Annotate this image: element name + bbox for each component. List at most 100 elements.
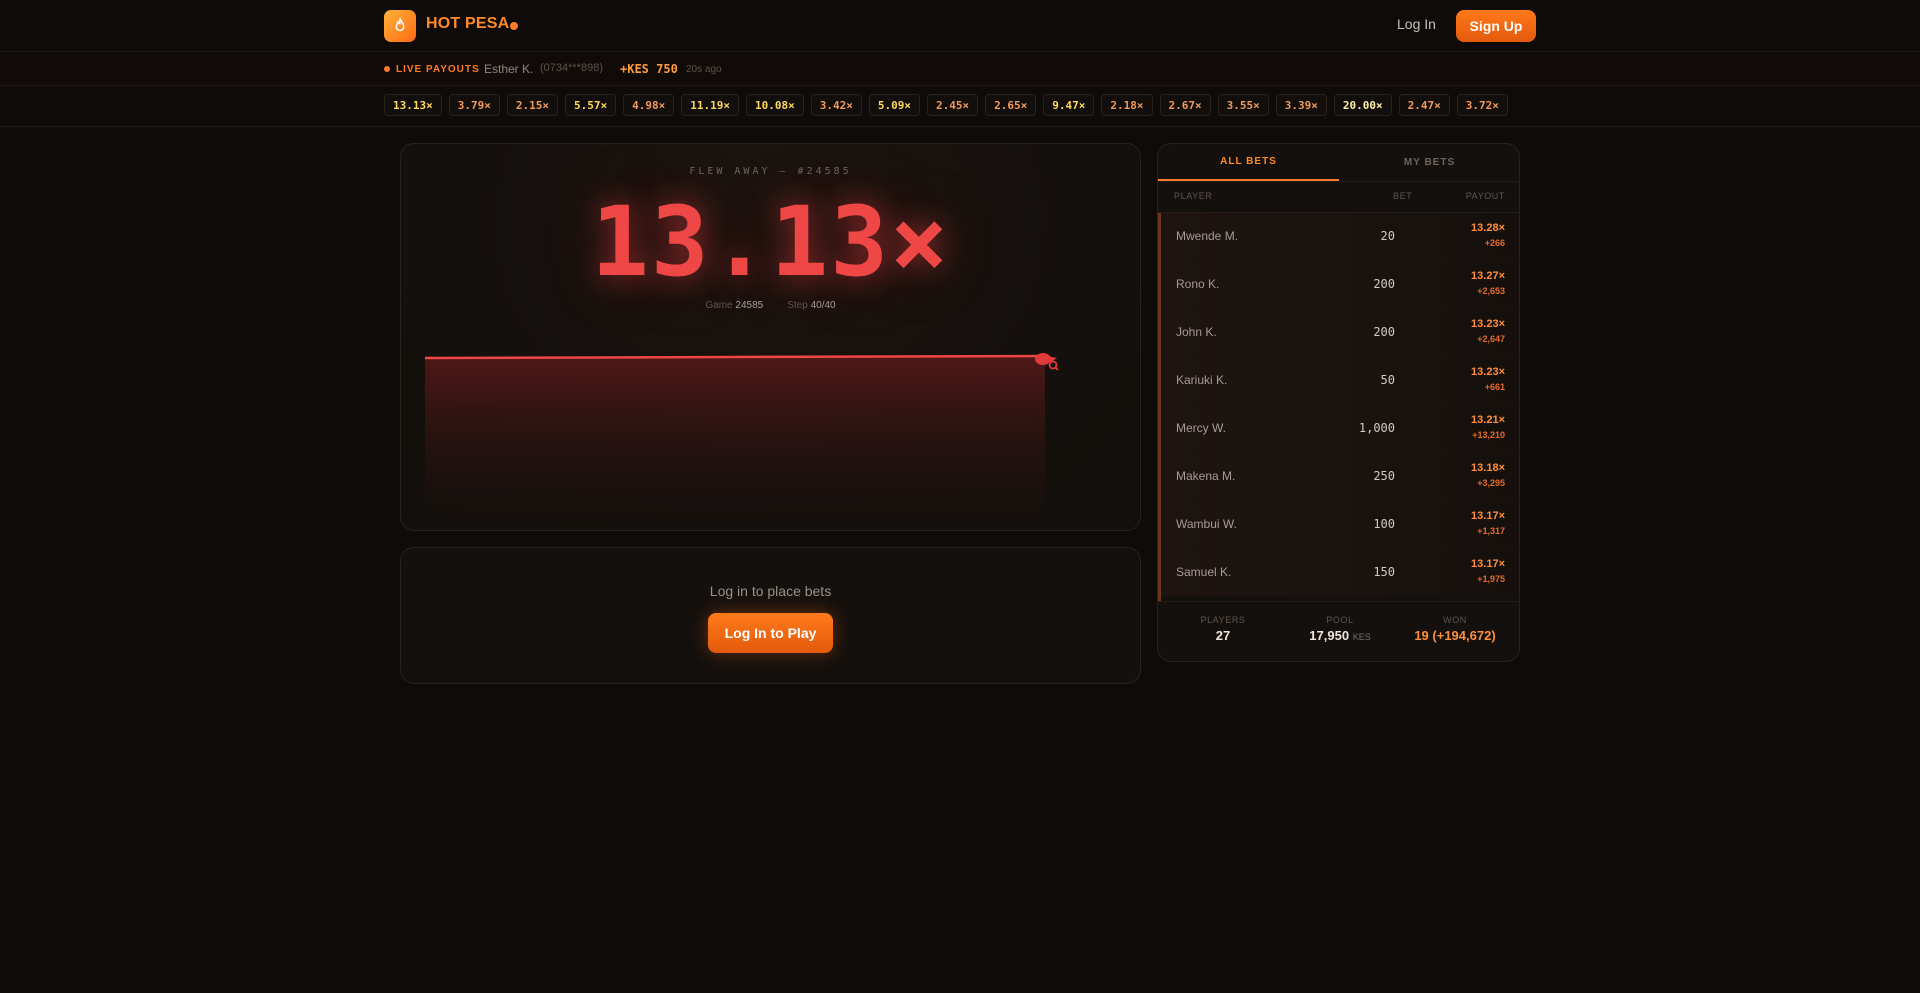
cashout-multiplier: 13.21× (1471, 414, 1505, 426)
stat-players-value: 27 (1215, 628, 1231, 643)
player-name: Mwende M. (1176, 229, 1239, 243)
history-chip[interactable]: 3.55× (1217, 94, 1269, 116)
player-name: Kariuki K. (1176, 373, 1228, 387)
game-id-group: Game 24585 (705, 300, 763, 311)
payout-player-phone: (0734***898) (540, 62, 603, 74)
login-link[interactable]: Log In (1397, 16, 1436, 32)
multiplier-history: 13.13× 3.79× 2.15× 5.57× 4.98× 11.19× 10.08× 3.… (384, 94, 1508, 116)
game-meta: Game 24585 Step 40/40 (401, 300, 1140, 311)
bet-row: Kariuki K. 50 13.23× +661 (1161, 357, 1519, 405)
history-chip[interactable]: 2.45× (927, 94, 979, 116)
payout-player-name: Esther K. (484, 62, 534, 76)
stat-players-label: PLAYERS (1200, 615, 1246, 625)
cashout-multiplier: 13.27× (1471, 270, 1505, 282)
live-status-dot (510, 22, 518, 30)
cashout-multiplier: 13.23× (1471, 366, 1505, 378)
history-chip[interactable]: 9.47× (1043, 94, 1095, 116)
player-name: Makena M. (1176, 469, 1236, 483)
brand-name[interactable]: HOT PESA (426, 15, 509, 33)
history-chip[interactable]: 2.47× (1398, 94, 1450, 116)
bet-row: John K. 200 13.23× +2,647 (1161, 309, 1519, 357)
step-group: Step 40/40 (787, 300, 835, 311)
game-panel: FLEW AWAY — #24585 13.13× Game 24585 Ste… (400, 143, 1141, 531)
col-header-bet: BET (1393, 191, 1413, 201)
payout-amount: +266 (1484, 238, 1505, 248)
live-payouts-ticker (0, 53, 1920, 86)
live-payouts-label: LIVE PAYOUTS (396, 64, 480, 75)
stat-won-label: WON (1443, 615, 1467, 625)
history-chip[interactable]: 2.15× (506, 94, 558, 116)
crash-multiplier: 13.13× (591, 186, 950, 298)
bets-list: Mwende M. 20 13.28× +266 Rono K. 200 13.27× +2,… (1158, 213, 1519, 601)
signup-button[interactable]: Sign Up (1456, 10, 1536, 42)
payout-amount: +2,653 (1477, 286, 1505, 296)
bets-panel: ALL BETS MY BETS PLAYER BET PAYOUT Mwend… (1157, 143, 1520, 662)
live-dot-icon (384, 66, 390, 72)
bet-amount: 20 (1380, 229, 1395, 243)
player-name: Rono K. (1176, 277, 1220, 291)
payout-amount: +13,210 (1472, 430, 1505, 440)
bet-amount: 100 (1373, 517, 1395, 531)
stat-pool-label: POOL (1326, 615, 1354, 625)
history-chip[interactable]: 4.98× (623, 94, 675, 116)
cashout-multiplier: 13.28× (1471, 222, 1505, 234)
app-root: HOT PESA Log In Sign Up LIVE PAYOUTS Est… (0, 0, 1920, 993)
history-chip[interactable]: 20.00× (1333, 94, 1392, 116)
player-name: Wambui W. (1176, 517, 1237, 531)
bet-row: Mwende M. 20 13.28× +266 (1161, 213, 1519, 261)
round-status: FLEW AWAY — #24585 (689, 166, 852, 177)
tabs-divider (1158, 181, 1519, 182)
bet-amount: 200 (1373, 325, 1395, 339)
top-header: HOT PESA Log In Sign Up (0, 0, 1920, 52)
stat-pool: POOL 17,950 KES (1285, 615, 1395, 643)
player-name: John K. (1176, 325, 1217, 339)
history-chip[interactable]: 11.19× (681, 94, 739, 116)
history-chip[interactable]: 3.72× (1456, 94, 1508, 116)
payout-amount: +3,295 (1477, 478, 1505, 488)
login-to-play-button[interactable]: Log In to Play (708, 613, 833, 653)
payout-amount: +661 (1484, 382, 1505, 392)
player-name: Samuel K. (1176, 565, 1232, 579)
history-chip[interactable]: 2.67× (1159, 94, 1211, 116)
payout-amount: +1,975 (1477, 574, 1505, 584)
bet-row: Rono K. 200 13.27× +2,653 (1161, 261, 1519, 309)
logo-flame-icon[interactable] (384, 10, 416, 42)
stat-won: WON 19 (+194,672) (1400, 615, 1510, 643)
history-chip[interactable]: 3.39× (1275, 94, 1327, 116)
history-chip[interactable]: 3.42× (810, 94, 862, 116)
stat-won-value: 19 (+194,672) (1414, 628, 1496, 643)
bet-amount: 200 (1373, 277, 1395, 291)
col-header-player: PLAYER (1174, 191, 1213, 201)
tab-my-bets[interactable]: MY BETS (1339, 144, 1519, 181)
flight-area (425, 356, 1045, 530)
game-id-label: Game (705, 300, 733, 311)
bet-row: Mercy W. 1,000 13.21× +13,210 (1161, 405, 1519, 453)
game-id-value: 24585 (735, 300, 764, 311)
step-label: Step (787, 300, 808, 311)
bet-row: Samuel K. 150 13.17× +1,975 (1161, 549, 1519, 597)
history-divider (0, 126, 1920, 127)
history-chip[interactable]: 2.18× (1101, 94, 1153, 116)
tab-all-bets[interactable]: ALL BETS (1158, 144, 1339, 181)
history-chip[interactable]: 13.13× (384, 94, 442, 116)
bet-row: Makena M. 250 13.18× +3,295 (1161, 453, 1519, 501)
stat-players: PLAYERS 27 (1168, 615, 1278, 643)
stat-pool-unit: KES (1352, 632, 1371, 642)
history-chip[interactable]: 2.65× (985, 94, 1037, 116)
footer-divider (1158, 601, 1519, 602)
stat-pool-group: 17,950 KES (1285, 628, 1395, 643)
bet-row: Wambui W. 100 13.17× +1,317 (1161, 501, 1519, 549)
stat-pool-value: 17,950 (1309, 628, 1350, 643)
history-chip[interactable]: 10.08× (746, 94, 804, 116)
history-chip[interactable]: 3.79× (448, 94, 500, 116)
history-chip[interactable]: 5.57× (565, 94, 617, 116)
bet-amount: 250 (1373, 469, 1395, 483)
cashout-multiplier: 13.17× (1471, 558, 1505, 570)
payout-amount: +KES 750 (620, 62, 678, 76)
bet-amount: 50 (1380, 373, 1395, 387)
cashout-multiplier: 13.18× (1471, 462, 1505, 474)
bet-amount: 150 (1373, 565, 1395, 579)
bet-amount: 1,000 (1358, 421, 1395, 435)
history-chip[interactable]: 5.09× (868, 94, 920, 116)
col-header-payout: PAYOUT (1465, 191, 1505, 201)
